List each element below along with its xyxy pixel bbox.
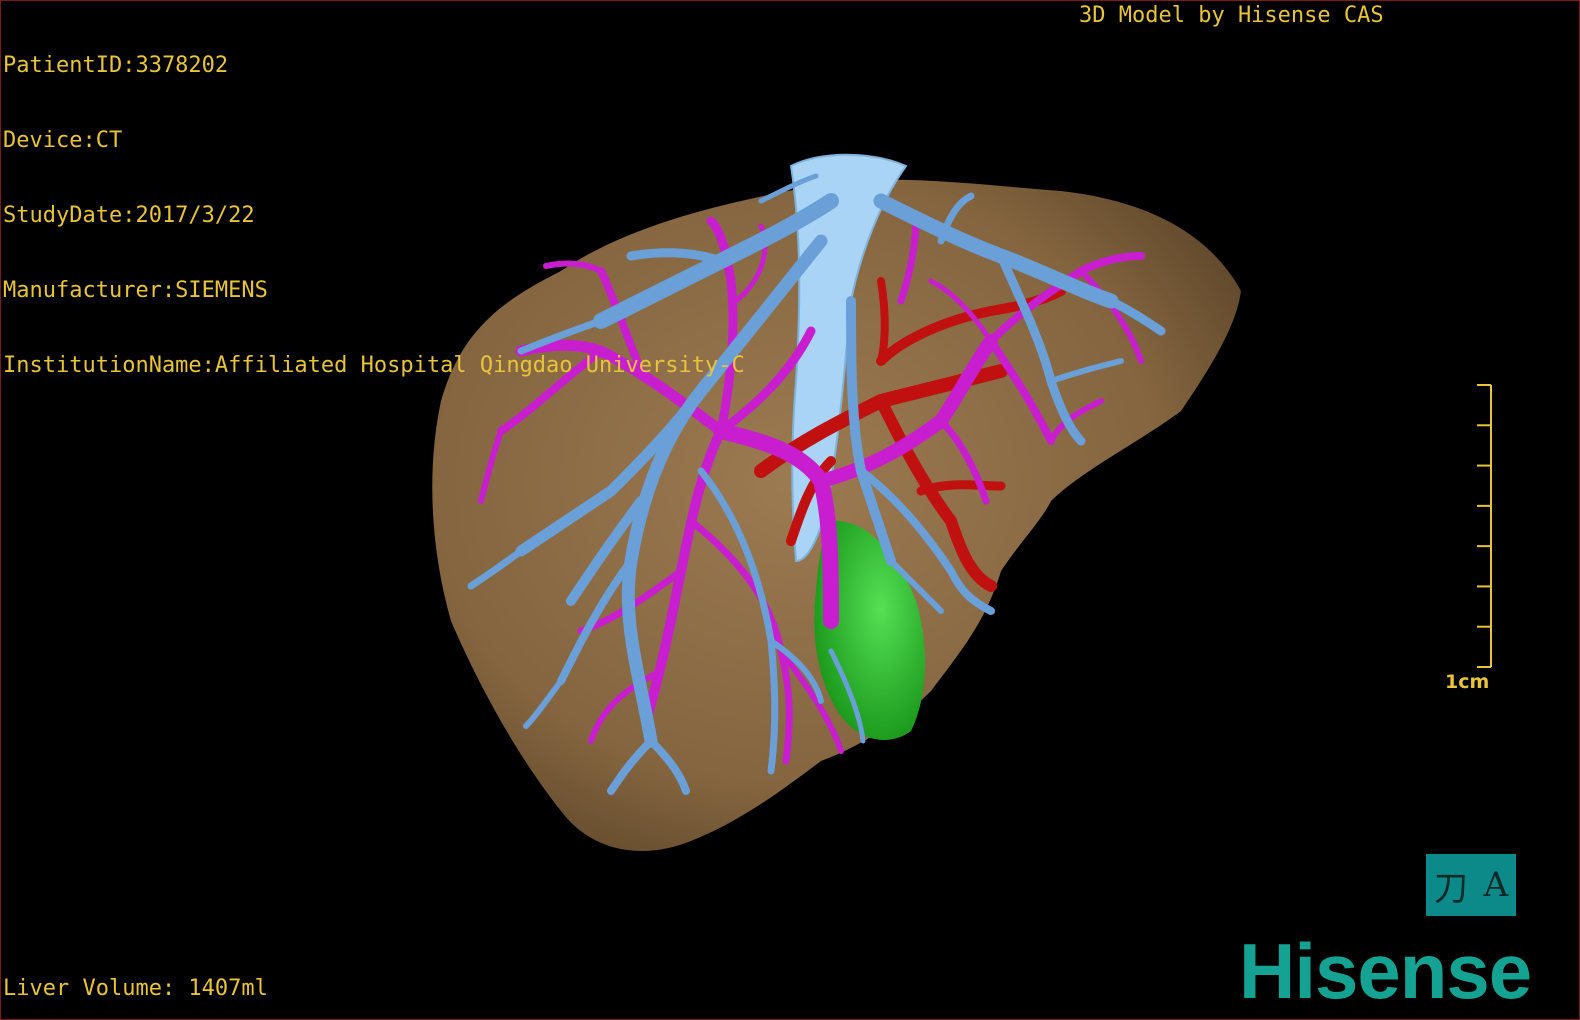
3d-viewer[interactable]: PatientID:3378202 Device:CT StudyDate:20… — [0, 0, 1580, 1020]
scale-label: 1cm — [1445, 671, 1490, 693]
cut-glyph-icon: 刀 — [1433, 868, 1468, 909]
annotation-glyph-icon: A — [1483, 865, 1509, 905]
liver-volume: Liver Volume: 1407ml — [3, 976, 268, 1001]
patient-id: PatientID:3378202 — [3, 53, 229, 78]
scale-bar — [1477, 384, 1492, 668]
device: Device:CT — [3, 128, 123, 153]
model-credit: 3D Model by Hisense CAS — [1079, 3, 1384, 28]
study-date: StudyDate:2017/3/22 — [3, 203, 255, 228]
hisense-logo: Hisense — [1239, 927, 1532, 1015]
dicom-info-overlay: PatientID:3378202 Device:CT StudyDate:20… — [3, 3, 745, 428]
institution-name: InstitutionName:Affiliated Hospital Qing… — [3, 353, 745, 378]
manufacturer: Manufacturer:SIEMENS — [3, 278, 268, 303]
view-mode-button[interactable]: 刀 A — [1426, 854, 1516, 916]
